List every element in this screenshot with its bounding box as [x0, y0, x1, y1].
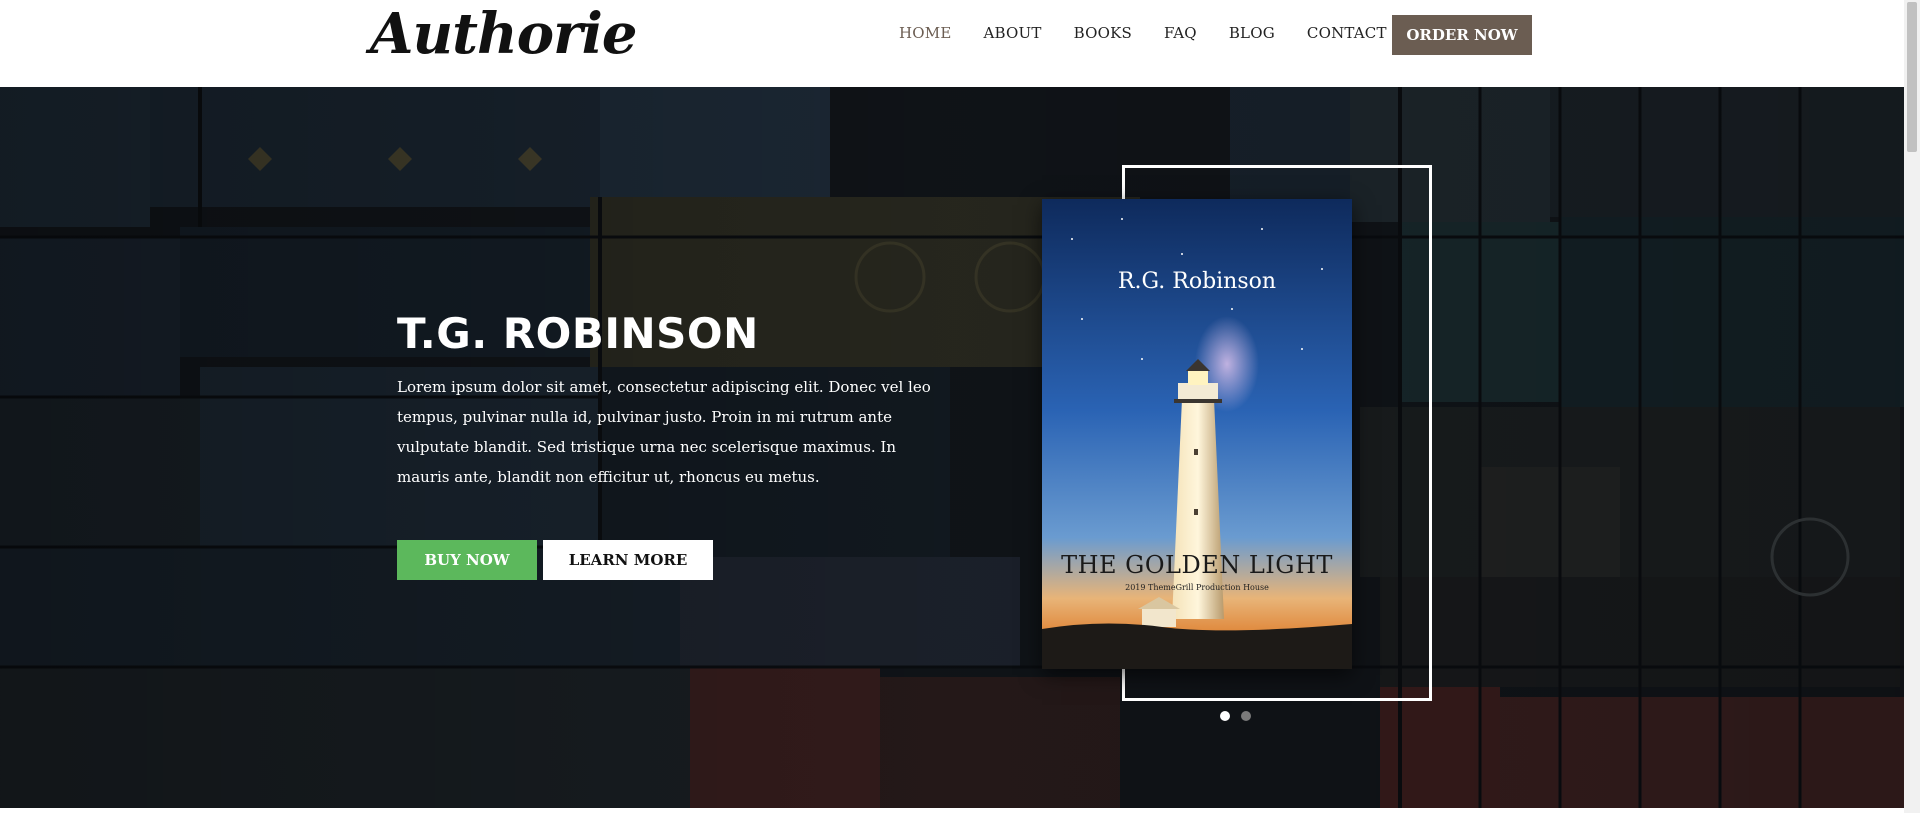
nav-contact[interactable]: CONTACT [1307, 24, 1387, 42]
hero-title: T.G. ROBINSON [397, 309, 759, 358]
slider-dot-2[interactable] [1241, 711, 1251, 721]
scrollbar-thumb[interactable] [1907, 2, 1917, 152]
book-title: THE GOLDEN LIGHT [1061, 551, 1333, 579]
book-author: R.G. Robinson [1117, 269, 1277, 294]
site-logo[interactable]: Authorie [370, 2, 638, 66]
slider-dots [1220, 711, 1262, 721]
book-publisher: 2019 ThemeGrill Production House [1125, 583, 1269, 592]
slider-dot-1[interactable] [1220, 711, 1230, 721]
nav-faq[interactable]: FAQ [1164, 24, 1197, 42]
main-nav: HOME ABOUT BOOKS FAQ BLOG CONTACT [899, 24, 1419, 42]
nav-home[interactable]: HOME [899, 24, 952, 42]
hero-slider: T.G. ROBINSON Lorem ipsum dolor sit amet… [0, 87, 1904, 808]
page-bottom-edge [0, 808, 1904, 813]
nav-about[interactable]: ABOUT [984, 24, 1042, 42]
buy-now-button[interactable]: BUY NOW [397, 540, 537, 580]
nav-books[interactable]: BOOKS [1074, 24, 1132, 42]
nav-blog[interactable]: BLOG [1229, 24, 1275, 42]
site-header: Authorie HOME ABOUT BOOKS FAQ BLOG CONTA… [0, 0, 1904, 87]
order-now-button[interactable]: ORDER NOW [1392, 15, 1532, 55]
book-cover[interactable]: R.G. Robinson THE GOLDEN LIGHT 2019 Them… [1042, 199, 1352, 669]
learn-more-button[interactable]: LEARN MORE [543, 540, 713, 580]
hero-overlay [0, 87, 1904, 808]
page-scrollbar[interactable] [1904, 0, 1920, 813]
hero-description: Lorem ipsum dolor sit amet, consectetur … [397, 378, 931, 486]
